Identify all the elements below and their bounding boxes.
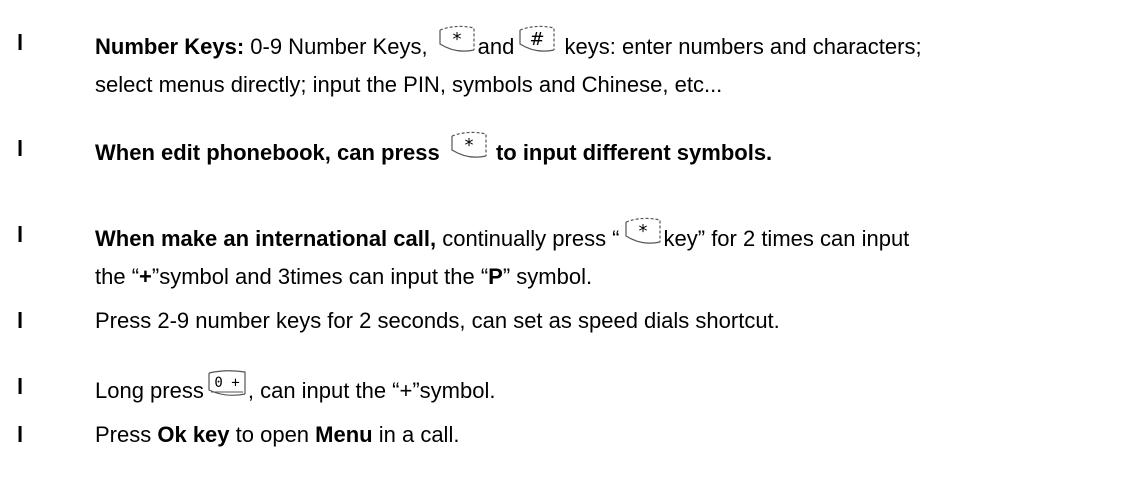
bullet: l <box>17 222 24 247</box>
bullet: l <box>17 136 24 161</box>
line-international-call: When make an international call, continu… <box>95 217 909 252</box>
svg-text:*: * <box>464 135 473 156</box>
line-edit-phonebook: When edit phonebook, can press * to inpu… <box>95 131 772 166</box>
svg-text:*: * <box>638 221 647 242</box>
svg-text:*: * <box>452 29 461 50</box>
bullet: l <box>17 374 24 399</box>
star-key-icon: * <box>448 131 488 164</box>
hash-key-icon: # <box>516 25 556 58</box>
star-key-icon: * <box>622 217 662 250</box>
zero-plus-key-icon: 0 + <box>206 370 246 402</box>
line-international-call-2: the “+”symbol and 3times can input the “… <box>95 264 593 289</box>
line-number-keys-2: select menus directly; input the PIN, sy… <box>95 72 723 97</box>
star-key-icon: * <box>436 25 476 58</box>
line-ok-key: Press Ok key to open Menu in a call. <box>95 422 460 447</box>
label-number-keys: Number Keys: <box>95 34 245 59</box>
line-speed-dials: Press 2-9 number keys for 2 seconds, can… <box>95 308 780 333</box>
bullet: l <box>17 30 24 55</box>
line-long-press: Long press 0 +, can input the “+”symbol. <box>95 370 495 404</box>
svg-text:0 +: 0 + <box>214 375 239 391</box>
bullet: l <box>17 422 24 447</box>
bullet: l <box>17 308 24 333</box>
svg-text:#: # <box>530 29 545 50</box>
line-number-keys: Number Keys: 0-9 Number Keys, * and # keys… <box>95 25 922 60</box>
